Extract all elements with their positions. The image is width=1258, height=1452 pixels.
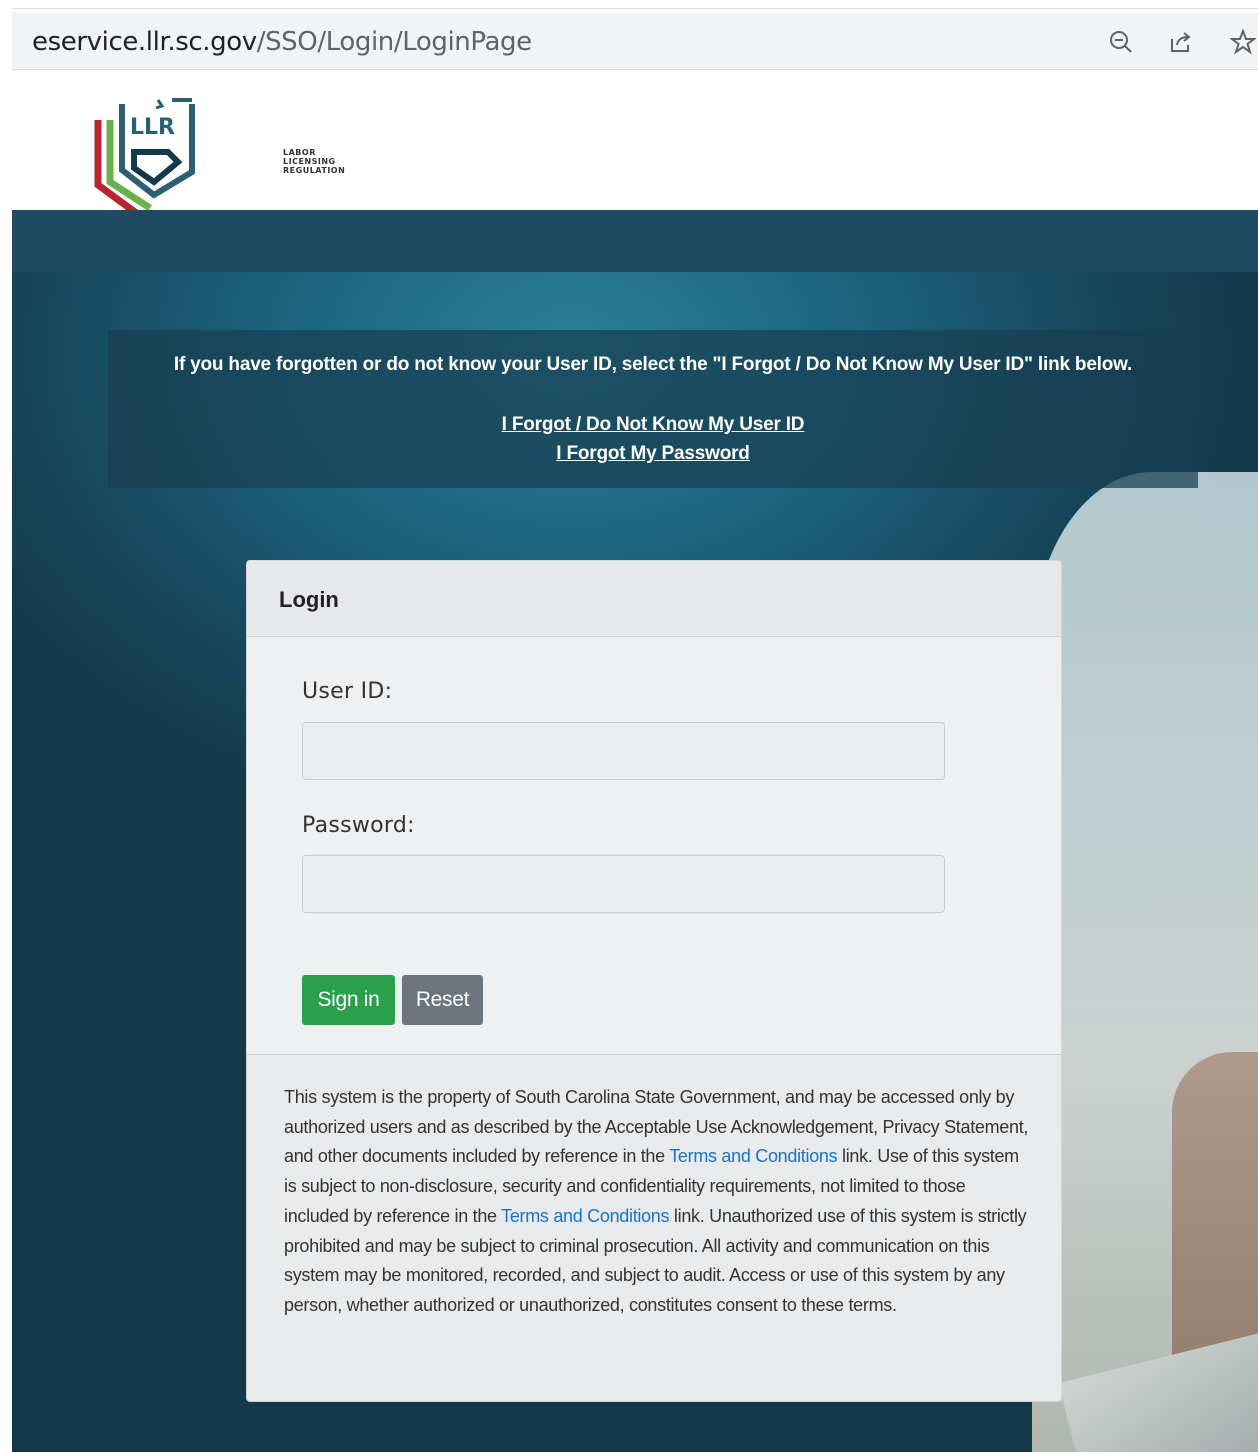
login-title: Login: [279, 587, 339, 612]
login-card: Login User ID: Password: Sign in Reset T…: [246, 560, 1062, 1402]
hero-background: If you have forgotten or do not know you…: [12, 272, 1258, 1452]
forgot-notice: If you have forgotten or do not know you…: [108, 330, 1198, 488]
logo-letters: LLR: [130, 115, 175, 140]
logo-line: LICENSING: [283, 157, 336, 166]
reset-button[interactable]: Reset: [402, 975, 483, 1025]
terms-conditions-link[interactable]: Terms and Conditions: [669, 1146, 837, 1166]
zoom-out-icon[interactable]: [1108, 29, 1134, 55]
url-path: /SSO/Login/LoginPage: [256, 27, 532, 57]
address-bar[interactable]: eservice.llr.sc.gov/SSO/Login/LoginPage: [12, 12, 1258, 70]
password-label: Password:: [302, 813, 415, 838]
login-card-footer: This system is the property of South Car…: [247, 1055, 1061, 1401]
disclaimer-text: This system is the property of South Car…: [284, 1083, 1029, 1321]
password-input[interactable]: [302, 855, 945, 913]
userid-label: User ID:: [302, 679, 393, 704]
tab-strip-divider: [12, 8, 1258, 9]
bookmark-star-icon[interactable]: [1229, 28, 1257, 55]
signin-button[interactable]: Sign in: [302, 975, 395, 1025]
share-icon[interactable]: [1168, 29, 1194, 55]
url-text[interactable]: eservice.llr.sc.gov/SSO/Login/LoginPage: [32, 27, 532, 57]
userid-input[interactable]: [302, 722, 945, 780]
header-band: [12, 210, 1258, 272]
notice-text: If you have forgotten or do not know you…: [173, 354, 1133, 375]
logo-line: REGULATION: [283, 166, 346, 175]
forgot-userid-link[interactable]: I Forgot / Do Not Know My User ID: [108, 414, 1198, 436]
browser-tab-strip: [0, 0, 1258, 10]
logo-wordmark: LABOR LICENSING REGULATION: [283, 148, 345, 175]
site-header: LLR LABOR LICENSING REGULATION: [12, 78, 1258, 237]
login-card-header: Login: [247, 561, 1061, 637]
url-host: eservice.llr.sc.gov: [32, 27, 257, 57]
logo-line: LABOR: [283, 148, 316, 157]
forgot-password-link[interactable]: I Forgot My Password: [108, 443, 1198, 465]
terms-conditions-link[interactable]: Terms and Conditions: [501, 1206, 669, 1226]
